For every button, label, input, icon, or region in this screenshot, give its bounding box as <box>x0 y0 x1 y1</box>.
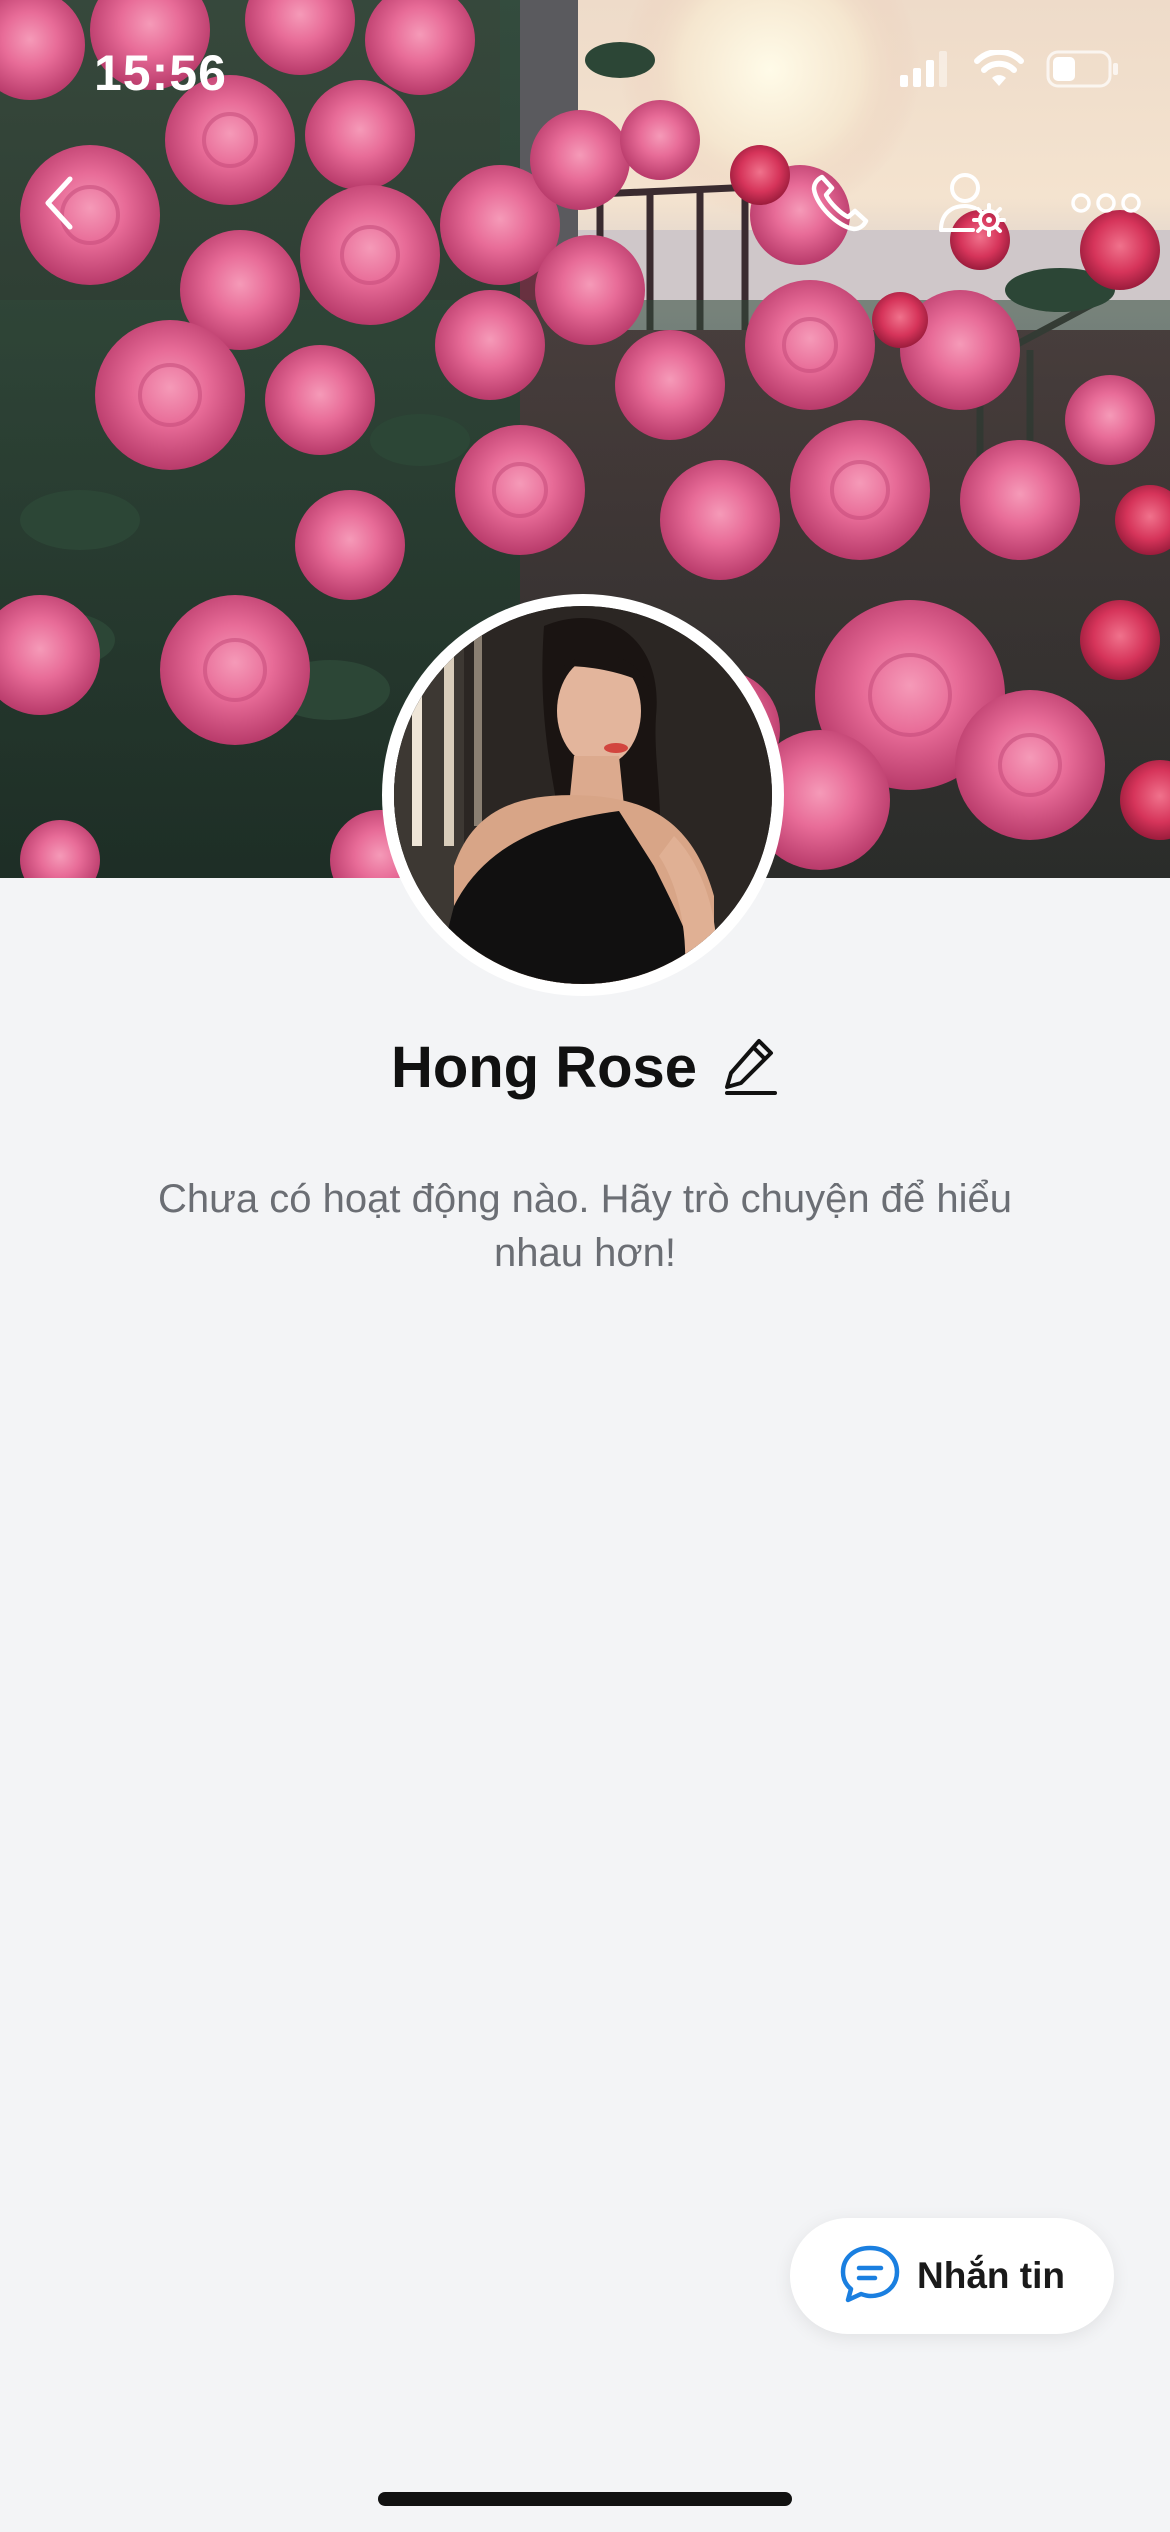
wifi-icon <box>974 48 1024 93</box>
chat-bubble-icon <box>839 2244 901 2309</box>
back-chevron-icon <box>40 173 80 238</box>
top-navigation <box>0 165 1170 255</box>
more-options-button[interactable] <box>1066 165 1146 245</box>
edit-name-button[interactable] <box>721 1036 779 1098</box>
avatar-photo <box>394 606 772 984</box>
avatar[interactable] <box>382 594 784 996</box>
status-time: 15:56 <box>94 45 227 101</box>
user-settings-button[interactable] <box>932 165 1012 245</box>
status-bar: 15:56 <box>0 0 1170 150</box>
battery-icon <box>1046 50 1120 93</box>
more-dots-icon <box>1071 191 1141 220</box>
message-button[interactable]: Nhắn tin <box>790 2218 1114 2334</box>
message-button-label: Nhắn tin <box>917 2255 1065 2296</box>
call-button[interactable] <box>800 165 880 245</box>
status-icons <box>900 48 1120 93</box>
pencil-icon <box>723 1035 778 1100</box>
profile-name-row: Hong Rose <box>0 1030 1170 1104</box>
phone-icon <box>808 171 872 240</box>
profile-name: Hong Rose <box>390 1034 698 1100</box>
cellular-signal-icon <box>900 51 952 92</box>
empty-activity-message: Chưa có hoạt động nào. Hãy trò chuyện để… <box>157 1177 1013 1275</box>
home-indicator[interactable] <box>378 2492 792 2506</box>
user-settings-icon <box>937 168 1007 243</box>
back-button[interactable] <box>20 165 100 245</box>
